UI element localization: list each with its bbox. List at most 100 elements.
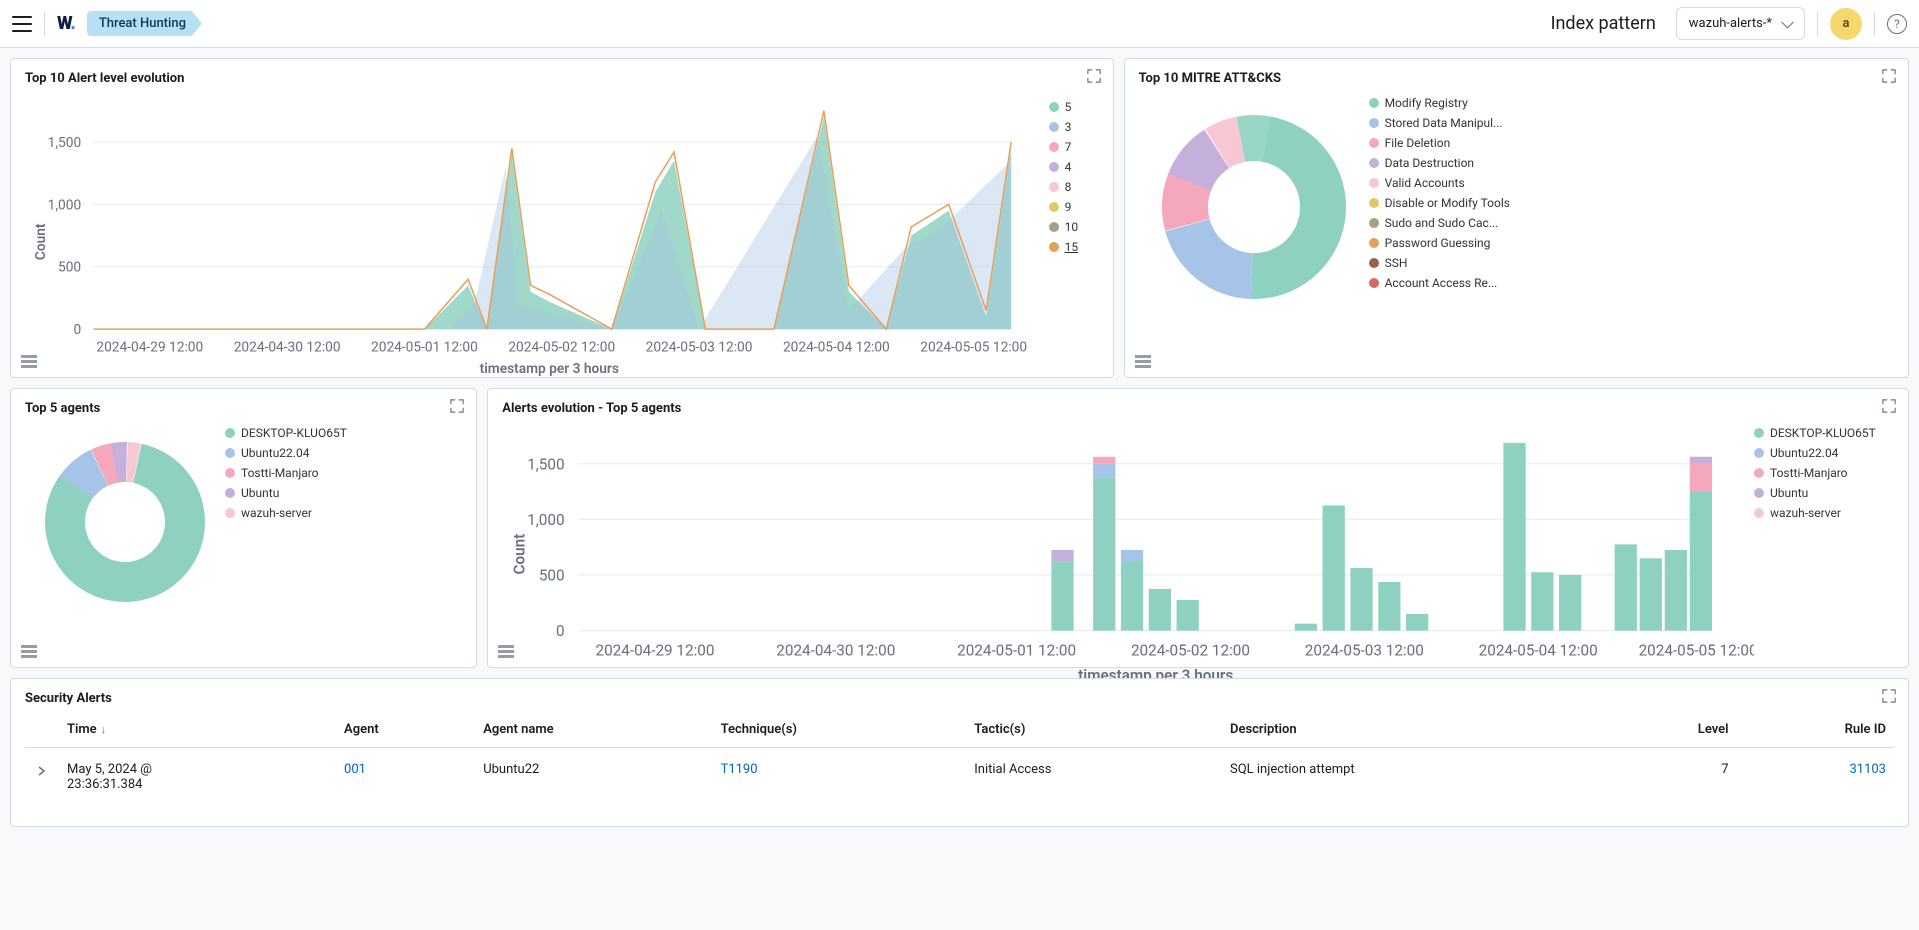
divider xyxy=(44,12,45,36)
hamburger-icon[interactable] xyxy=(12,16,32,32)
table-row: May 5, 2024 @ 23:36:31.384 001 Ubuntu22 … xyxy=(25,748,1894,807)
col-technique[interactable]: Technique(s) xyxy=(713,712,967,748)
svg-text:1,000: 1,000 xyxy=(48,197,82,213)
cell-ruleid-link[interactable]: 31103 xyxy=(1849,762,1886,777)
col-description[interactable]: Description xyxy=(1222,712,1608,748)
svg-text:1,000: 1,000 xyxy=(527,511,564,529)
col-agent-name[interactable]: Agent name xyxy=(475,712,712,748)
donut-chart xyxy=(1139,92,1369,322)
panel-title: Security Alerts xyxy=(11,679,1908,712)
breadcrumb[interactable]: Threat Hunting xyxy=(87,11,202,36)
legend-item[interactable]: Tostti-Manjaro xyxy=(225,466,462,480)
table-view-icon[interactable] xyxy=(498,645,514,659)
sort-desc-icon: ↓ xyxy=(101,723,107,736)
table-view-icon[interactable] xyxy=(1135,355,1151,369)
expand-icon[interactable] xyxy=(1087,69,1101,83)
svg-text:1,500: 1,500 xyxy=(527,455,564,473)
svg-text:2024-04-29 12:00: 2024-04-29 12:00 xyxy=(96,340,203,356)
legend-item[interactable]: Stored Data Manipul... xyxy=(1369,116,1894,130)
legend-item[interactable]: 8 xyxy=(1049,180,1099,194)
top-bar: W. Threat Hunting Index pattern wazuh-al… xyxy=(0,0,1919,48)
col-level[interactable]: Level xyxy=(1608,712,1736,748)
panel-title: Top 10 Alert level evolution xyxy=(11,59,1113,92)
svg-text:0: 0 xyxy=(73,322,81,338)
svg-text:2024-04-30 12:00: 2024-04-30 12:00 xyxy=(777,642,896,660)
svg-text:2024-05-02 12:00: 2024-05-02 12:00 xyxy=(1131,642,1250,660)
expand-icon[interactable] xyxy=(1882,399,1896,413)
expand-icon[interactable] xyxy=(450,399,464,413)
legend-item[interactable]: Ubuntu xyxy=(225,486,462,500)
svg-text:timestamp per 3 hours: timestamp per 3 hours xyxy=(480,361,619,377)
legend-item[interactable]: Valid Accounts xyxy=(1369,176,1894,190)
legend-item[interactable]: Sudo and Sudo Cac... xyxy=(1369,216,1894,230)
legend-item[interactable]: File Deletion xyxy=(1369,136,1894,150)
svg-text:0: 0 xyxy=(556,622,565,640)
chart-legend: Modify Registry Stored Data Manipul... F… xyxy=(1369,92,1894,290)
legend-item[interactable]: 3 xyxy=(1049,120,1099,134)
table-view-icon[interactable] xyxy=(21,355,37,369)
legend-item[interactable]: Password Guessing xyxy=(1369,236,1894,250)
expand-icon[interactable] xyxy=(1882,69,1896,83)
legend-item[interactable]: SSH xyxy=(1369,256,1894,270)
divider xyxy=(1874,12,1875,36)
index-pattern-select[interactable]: wazuh-alerts-* xyxy=(1676,7,1805,40)
svg-text:2024-04-30 12:00: 2024-04-30 12:00 xyxy=(234,340,341,356)
svg-text:2024-05-03 12:00: 2024-05-03 12:00 xyxy=(646,340,753,356)
svg-text:2024-05-04 12:00: 2024-05-04 12:00 xyxy=(783,340,890,356)
help-icon[interactable]: ? xyxy=(1887,14,1907,34)
panel-alerts-evolution-agents: Alerts evolution - Top 5 agents 0 500 1,… xyxy=(487,388,1909,668)
legend-item[interactable]: 7 xyxy=(1049,140,1099,154)
cell-tactic: Initial Access xyxy=(966,748,1222,807)
panel-mitre-attacks: Top 10 MITRE ATT&CKS Modify Registry xyxy=(1124,58,1909,378)
svg-text:2024-05-01 12:00: 2024-05-01 12:00 xyxy=(957,642,1076,660)
panel-title: Alerts evolution - Top 5 agents xyxy=(488,389,1908,422)
col-time[interactable]: Time↓ xyxy=(59,712,336,748)
chart-legend: 5 3 7 4 8 9 10 15 xyxy=(1049,92,1099,404)
svg-text:Count: Count xyxy=(33,223,49,260)
chart-legend: DESKTOP-KLUO65T Ubuntu22.04 Tostti-Manja… xyxy=(1754,422,1894,714)
legend-item[interactable]: 15 xyxy=(1049,240,1099,254)
table-view-icon[interactable] xyxy=(21,645,37,659)
avatar[interactable]: a xyxy=(1830,8,1862,40)
cell-agent-link[interactable]: 001 xyxy=(344,762,366,777)
legend-item[interactable]: Tostti-Manjaro xyxy=(1754,466,1894,480)
cell-description: SQL injection attempt xyxy=(1222,748,1608,807)
svg-text:Count: Count xyxy=(511,534,529,575)
col-tactic[interactable]: Tactic(s) xyxy=(966,712,1222,748)
app-logo[interactable]: W. xyxy=(57,13,75,34)
legend-item[interactable]: Disable or Modify Tools xyxy=(1369,196,1894,210)
legend-item[interactable]: DESKTOP-KLUO65T xyxy=(1754,426,1894,440)
legend-item[interactable]: Ubuntu22.04 xyxy=(225,446,462,460)
legend-item[interactable]: Account Access Re... xyxy=(1369,276,1894,290)
legend-item[interactable]: Ubuntu22.04 xyxy=(1754,446,1894,460)
dashboard-grid: Top 10 Alert level evolution 0 500 1,000… xyxy=(0,48,1919,837)
col-rule-id[interactable]: Rule ID xyxy=(1737,712,1894,748)
legend-item[interactable]: Modify Registry xyxy=(1369,96,1894,110)
legend-item[interactable]: 9 xyxy=(1049,200,1099,214)
cell-agent-name: Ubuntu22 xyxy=(475,748,712,807)
legend-item[interactable]: DESKTOP-KLUO65T xyxy=(225,426,462,440)
expand-row-icon[interactable] xyxy=(33,762,51,780)
index-pattern-value: wazuh-alerts-* xyxy=(1689,16,1772,31)
svg-text:2024-05-04 12:00: 2024-05-04 12:00 xyxy=(1479,642,1598,660)
svg-text:2024-05-03 12:00: 2024-05-03 12:00 xyxy=(1305,642,1424,660)
svg-text:2024-05-02 12:00: 2024-05-02 12:00 xyxy=(508,340,615,356)
security-table: Time↓ Agent Agent name Technique(s) Tact… xyxy=(25,712,1894,806)
legend-item[interactable]: wazuh-server xyxy=(1754,506,1894,520)
svg-text:1,500: 1,500 xyxy=(48,135,82,151)
divider xyxy=(1817,12,1818,36)
legend-item[interactable]: 5 xyxy=(1049,100,1099,114)
expand-icon[interactable] xyxy=(1882,689,1896,703)
legend-item[interactable]: wazuh-server xyxy=(225,506,462,520)
col-agent[interactable]: Agent xyxy=(336,712,475,748)
chart-legend: DESKTOP-KLUO65T Ubuntu22.04 Tostti-Manja… xyxy=(225,422,462,520)
legend-item[interactable]: 4 xyxy=(1049,160,1099,174)
svg-text:2024-05-01 12:00: 2024-05-01 12:00 xyxy=(371,340,478,356)
svg-text:500: 500 xyxy=(539,567,565,585)
cell-technique-link[interactable]: T1190 xyxy=(721,762,758,777)
svg-text:2024-05-05 12:00: 2024-05-05 12:00 xyxy=(1639,642,1754,660)
legend-item[interactable]: Data Destruction xyxy=(1369,156,1894,170)
panel-top-agents: Top 5 agents DESKTOP-KLUO65T Ubuntu22.04… xyxy=(10,388,477,668)
legend-item[interactable]: Ubuntu xyxy=(1754,486,1894,500)
legend-item[interactable]: 10 xyxy=(1049,220,1099,234)
